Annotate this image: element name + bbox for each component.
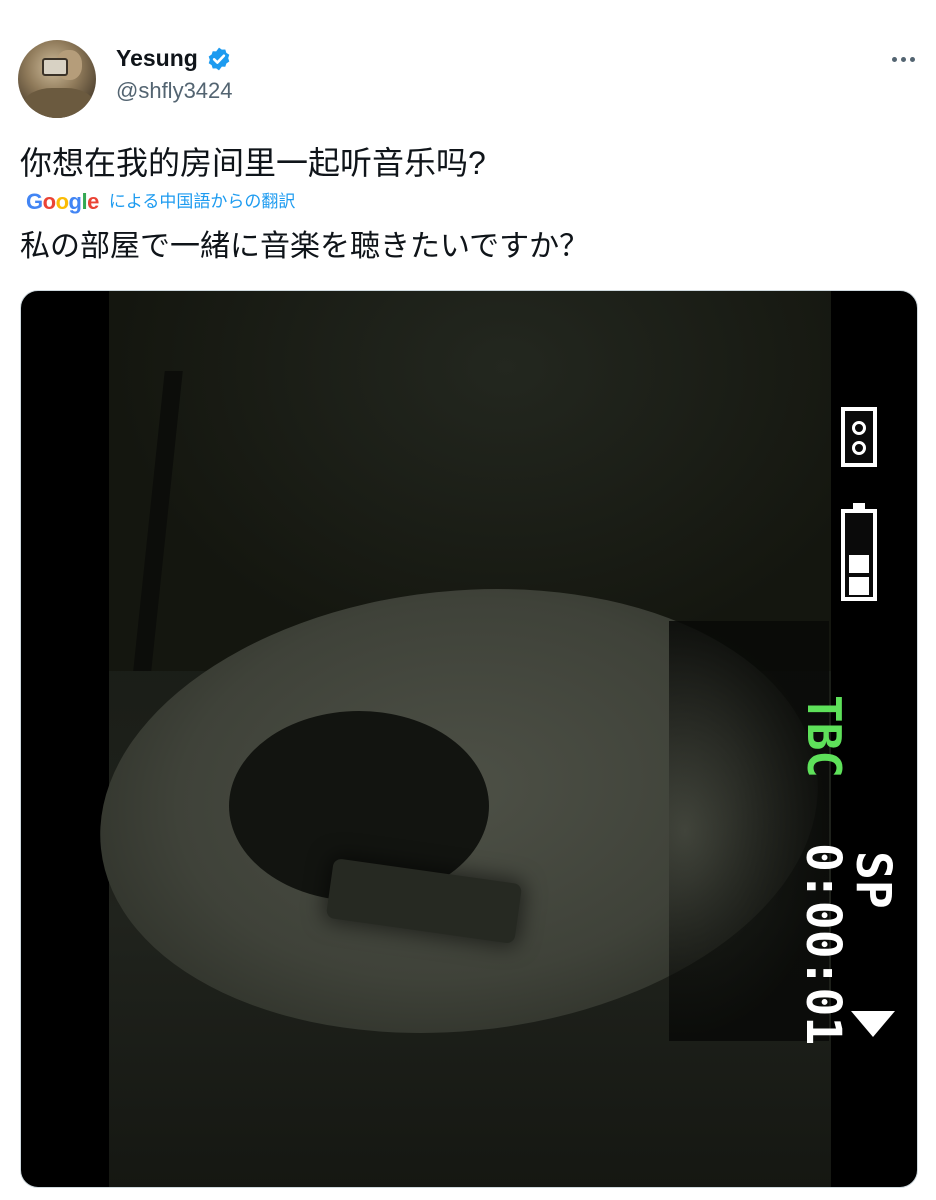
user-handle[interactable]: @shfly3424	[116, 76, 233, 106]
translated-text: 私の部屋で一緒に音楽を聴きたいですか？	[20, 230, 590, 263]
translation-label[interactable]: による中国語からの翻訳	[109, 188, 296, 216]
more-horizontal-icon[interactable]	[886, 47, 920, 71]
translation-attribution[interactable]: Google による中国語からの翻訳	[26, 188, 295, 216]
display-name[interactable]: Yesung	[116, 43, 198, 73]
avatar-camera-shape	[42, 58, 68, 76]
osd-mode-label: SP	[845, 851, 901, 909]
avatar[interactable]	[18, 40, 96, 118]
osd-timecode: 0:00:01	[795, 843, 851, 1046]
tape-icon	[841, 407, 877, 467]
google-logo: Google	[26, 189, 99, 214]
osd-tbc-label: TBC	[797, 695, 851, 779]
video-player[interactable]: TBC SP 0:00:01	[20, 290, 918, 1188]
verified-badge-icon	[208, 47, 230, 71]
avatar-body-shape	[24, 88, 94, 118]
video-frame: TBC SP 0:00:01	[77, 291, 901, 1187]
battery-icon	[841, 503, 877, 601]
play-icon	[851, 1011, 895, 1037]
tweet-text: 你想在我的房间里一起听音乐吗?	[20, 145, 486, 181]
